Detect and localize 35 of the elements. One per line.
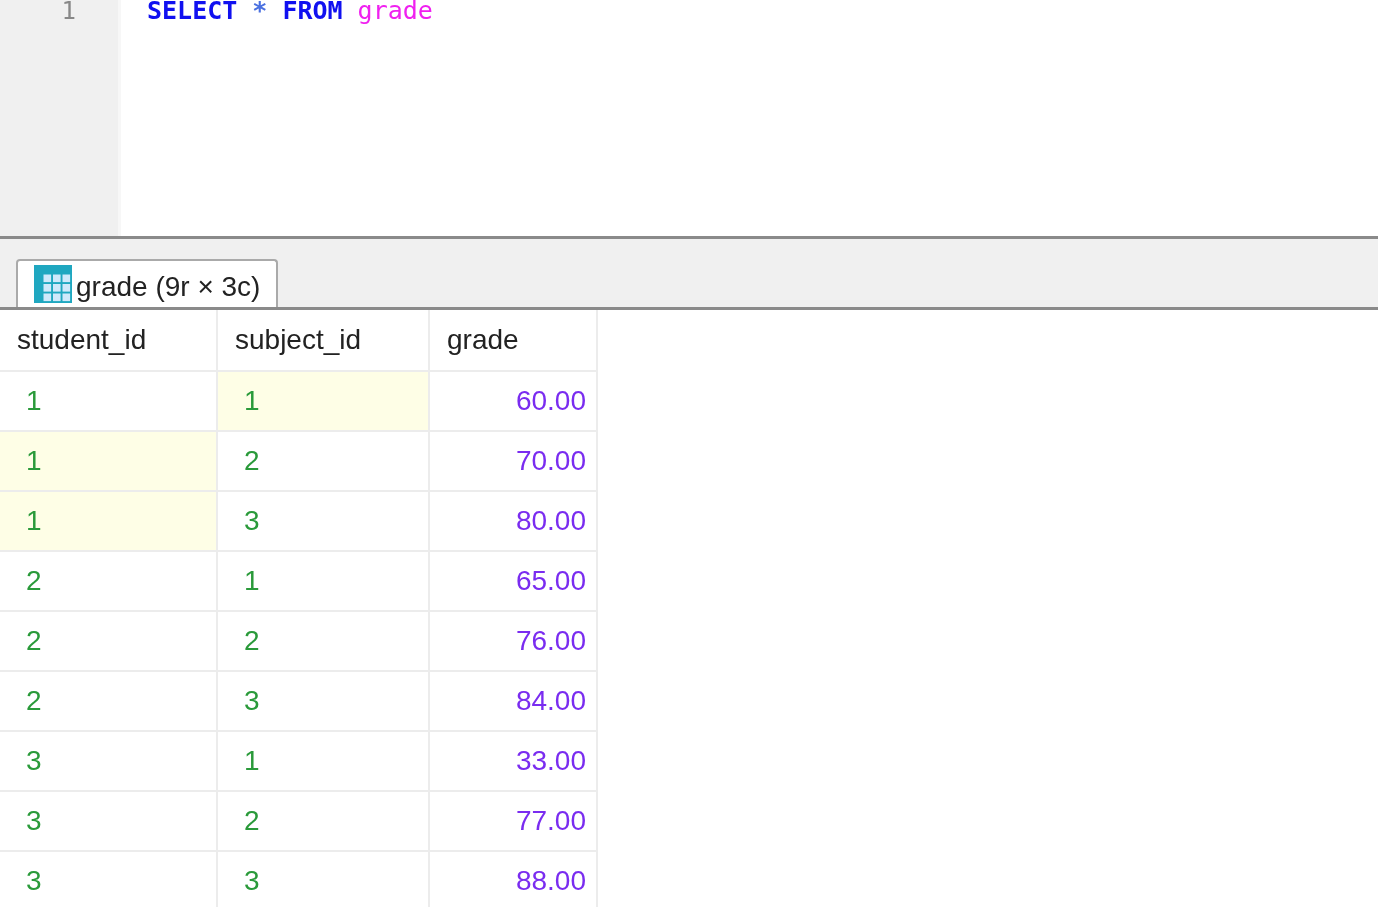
table-cell: 1: [0, 492, 218, 552]
column-header[interactable]: student_id: [0, 310, 218, 372]
table-cell: 2: [0, 672, 218, 732]
table-cell: 60.00: [430, 372, 598, 432]
table-cell: 1: [218, 732, 430, 792]
code-token: grade: [357, 0, 433, 24]
table-cell: 77.00: [430, 792, 598, 852]
table-icon: [34, 265, 72, 303]
table-cell: 2: [218, 792, 430, 852]
table-cell: 65.00: [430, 552, 598, 612]
table-cell: 3: [218, 672, 430, 732]
result-tab[interactable]: grade (9r × 3c): [16, 259, 279, 307]
table-cell: 2: [218, 432, 430, 492]
code-token: SELECT: [147, 0, 238, 24]
column-header[interactable]: grade: [430, 310, 598, 372]
table-cell: 1: [0, 432, 218, 492]
line-number: 1: [60, 0, 77, 24]
table-cell: 2: [218, 612, 430, 672]
table-cell: 3: [0, 732, 218, 792]
table-cell: 2: [0, 552, 218, 612]
table-cell: 84.00: [430, 672, 598, 732]
table-cell: 3: [0, 792, 218, 852]
code-token: *: [252, 0, 268, 24]
table-cell: 80.00: [430, 492, 598, 552]
table-cell: 76.00: [430, 612, 598, 672]
table-cell: 3: [218, 492, 430, 552]
table-cell: 88.00: [430, 852, 598, 907]
table-cell: 2: [0, 612, 218, 672]
code-token: FROM: [282, 0, 343, 24]
table-cell: 3: [218, 852, 430, 907]
table-cell: 1: [218, 552, 430, 612]
table-cell: 70.00: [430, 432, 598, 492]
table-cell: 33.00: [430, 732, 598, 792]
table-cell: 1: [218, 372, 430, 432]
table-cell: 3: [0, 852, 218, 907]
